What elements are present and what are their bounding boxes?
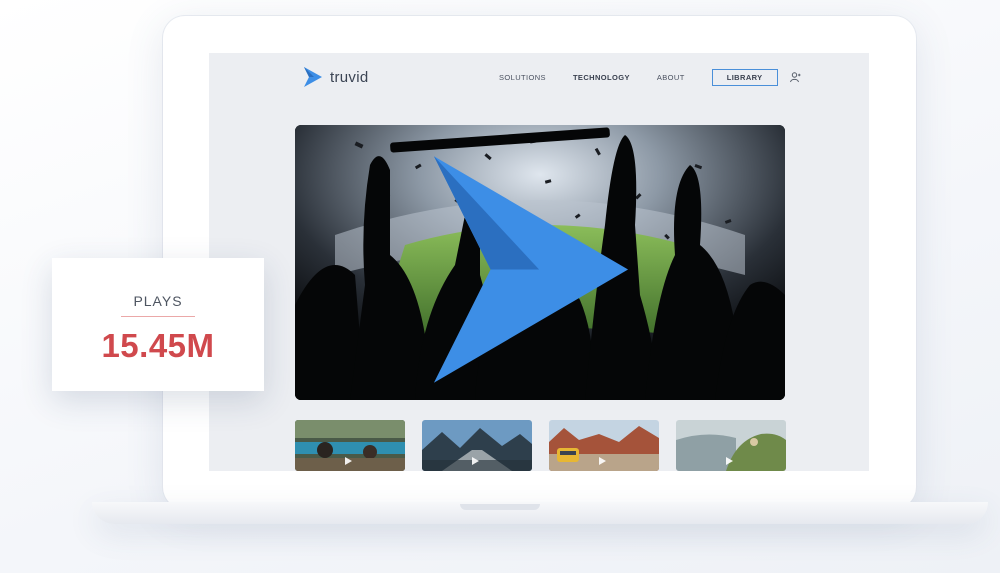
library-button[interactable]: LIBRARY (711, 69, 778, 86)
video-thumbnail[interactable] (676, 420, 786, 471)
play-icon (472, 457, 479, 465)
top-navigation: SOLUTIONS TECHNOLOGY ABOUT LIBRARY (499, 69, 801, 86)
video-thumbnail[interactable] (295, 420, 405, 471)
nav-about[interactable]: ABOUT (657, 73, 685, 82)
stat-label: PLAYS (133, 293, 183, 309)
play-icon (345, 457, 352, 465)
play-icon (726, 457, 733, 465)
video-thumbnail[interactable] (549, 420, 659, 471)
laptop-screen: truvid SOLUTIONS TECHNOLOGY ABOUT LIBRAR… (209, 53, 869, 471)
laptop-notch (460, 504, 540, 510)
user-icon[interactable] (789, 72, 801, 83)
plays-stat-card: PLAYS 15.45M (52, 258, 264, 391)
truvid-chevron-icon (304, 67, 322, 87)
video-thumbnail[interactable] (422, 420, 532, 471)
play-icon (599, 457, 606, 465)
stat-divider (121, 316, 195, 317)
video-thumbnail-row (295, 420, 786, 471)
brand-name: truvid (330, 68, 369, 86)
brand-logo[interactable]: truvid (302, 65, 368, 89)
stat-value: 15.45M (101, 327, 215, 364)
nav-solutions[interactable]: SOLUTIONS (499, 73, 546, 82)
truvid-chevron-icon (433, 156, 629, 383)
nav-technology[interactable]: TECHNOLOGY (573, 73, 630, 82)
laptop-base (92, 502, 988, 524)
hero-video[interactable] (295, 125, 785, 400)
